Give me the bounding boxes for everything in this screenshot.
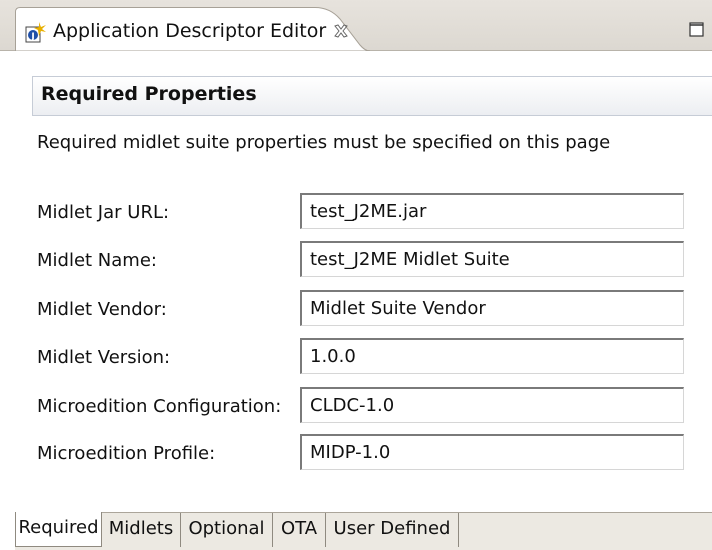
section-description: Required midlet suite properties must be… (37, 132, 611, 153)
microedition-profile-input[interactable]: MIDP-1.0 (300, 434, 684, 470)
field-row-vendor: Midlet Vendor: Midlet Suite Vendor (37, 290, 707, 328)
field-row-configuration: Microedition Configuration: CLDC-1.0 (37, 387, 707, 425)
editor-tab-title: Application Descriptor Editor (53, 20, 327, 42)
close-icon[interactable] (333, 23, 349, 39)
field-row-version: Midlet Version: 1.0.0 (37, 338, 707, 376)
tab-ota[interactable]: OTA (273, 513, 326, 547)
midlet-vendor-input[interactable]: Midlet Suite Vendor (300, 290, 684, 326)
field-label: Midlet Vendor: (37, 299, 167, 320)
editor-tab[interactable]: J Application Descriptor Editor (15, 7, 370, 51)
editor-tab-bar: J Application Descriptor Editor (0, 0, 712, 51)
section-header: Required Properties (32, 76, 712, 116)
page-tab-bar: Required Midlets Optional OTA User Defin… (15, 512, 712, 550)
field-row-name: Midlet Name: test_J2ME Midlet Suite (37, 241, 707, 279)
java-descriptor-icon: J (25, 21, 47, 43)
tab-optional[interactable]: Optional (181, 513, 273, 547)
field-label: Microedition Configuration: (37, 396, 282, 417)
field-row-jar-url: Midlet Jar URL: test_J2ME.jar (37, 193, 707, 231)
svg-text:J: J (30, 32, 34, 42)
maximize-icon[interactable] (689, 22, 704, 37)
midlet-name-input[interactable]: test_J2ME Midlet Suite (300, 241, 684, 277)
field-label: Midlet Jar URL: (37, 202, 170, 223)
editor-content: Required Properties Required midlet suit… (15, 51, 712, 511)
field-label: Microedition Profile: (37, 443, 216, 464)
tab-user-defined[interactable]: User Defined (326, 513, 459, 547)
midlet-version-input[interactable]: 1.0.0 (300, 338, 684, 374)
field-label: Midlet Name: (37, 250, 157, 271)
microedition-configuration-input[interactable]: CLDC-1.0 (300, 387, 684, 423)
section-title: Required Properties (41, 83, 257, 105)
field-label: Midlet Version: (37, 347, 171, 368)
tab-required[interactable]: Required (15, 512, 102, 547)
field-row-profile: Microedition Profile: MIDP-1.0 (37, 434, 707, 472)
tab-midlets[interactable]: Midlets (102, 513, 181, 547)
midlet-jar-url-input[interactable]: test_J2ME.jar (300, 193, 684, 229)
